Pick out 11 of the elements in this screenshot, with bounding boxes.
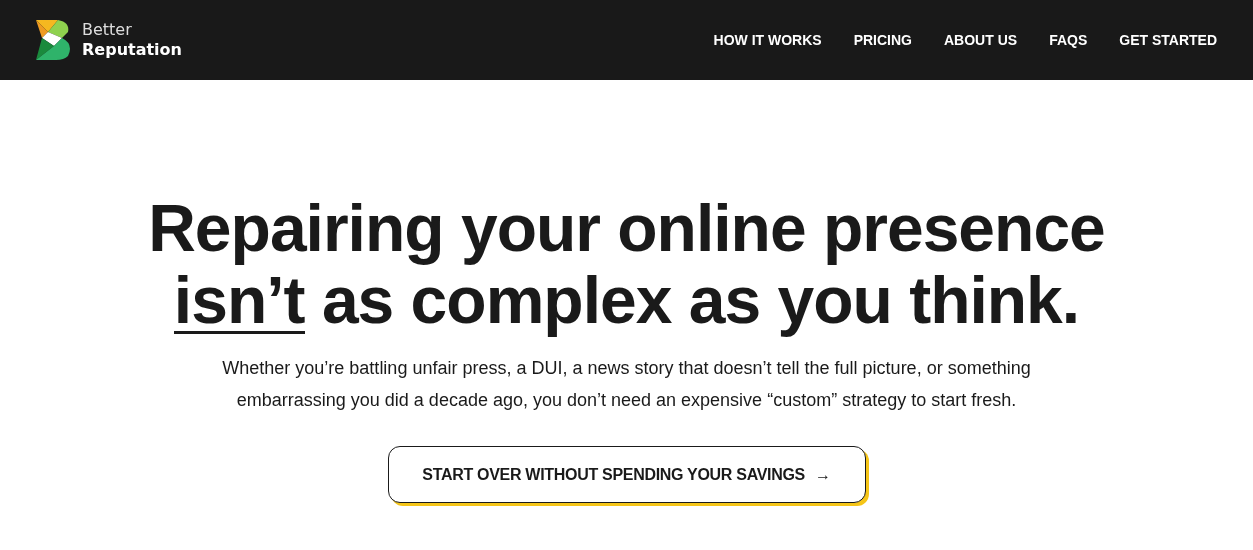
cta-button[interactable]: START OVER WITHOUT SPENDING YOUR SAVINGS → — [387, 446, 866, 503]
hero-paragraph: Whether you’re battling unfair press, a DUI, a news story that doesn’t tell the full picture, or something embarrassing you did a decade ago, you don’t need an expensive “custom” strategy to start fresh. — [221, 357, 1032, 412]
nav-link[interactable]: GET STARTED — [1119, 32, 1217, 48]
logo-text[interactable]: Reputation — [82, 40, 182, 60]
nav-link[interactable]: ABOUT US — [944, 32, 1018, 48]
nav-link[interactable]: FAQS — [1049, 32, 1088, 48]
logo-text[interactable]: Better — [82, 20, 182, 40]
headline: Repairing your online presence isn’t as complex as you think. — [148, 192, 1105, 336]
nav-link[interactable]: HOW IT WORKS — [713, 32, 822, 48]
logo-icon[interactable] — [36, 20, 72, 60]
nav-link[interactable]: PRICING — [853, 32, 912, 48]
